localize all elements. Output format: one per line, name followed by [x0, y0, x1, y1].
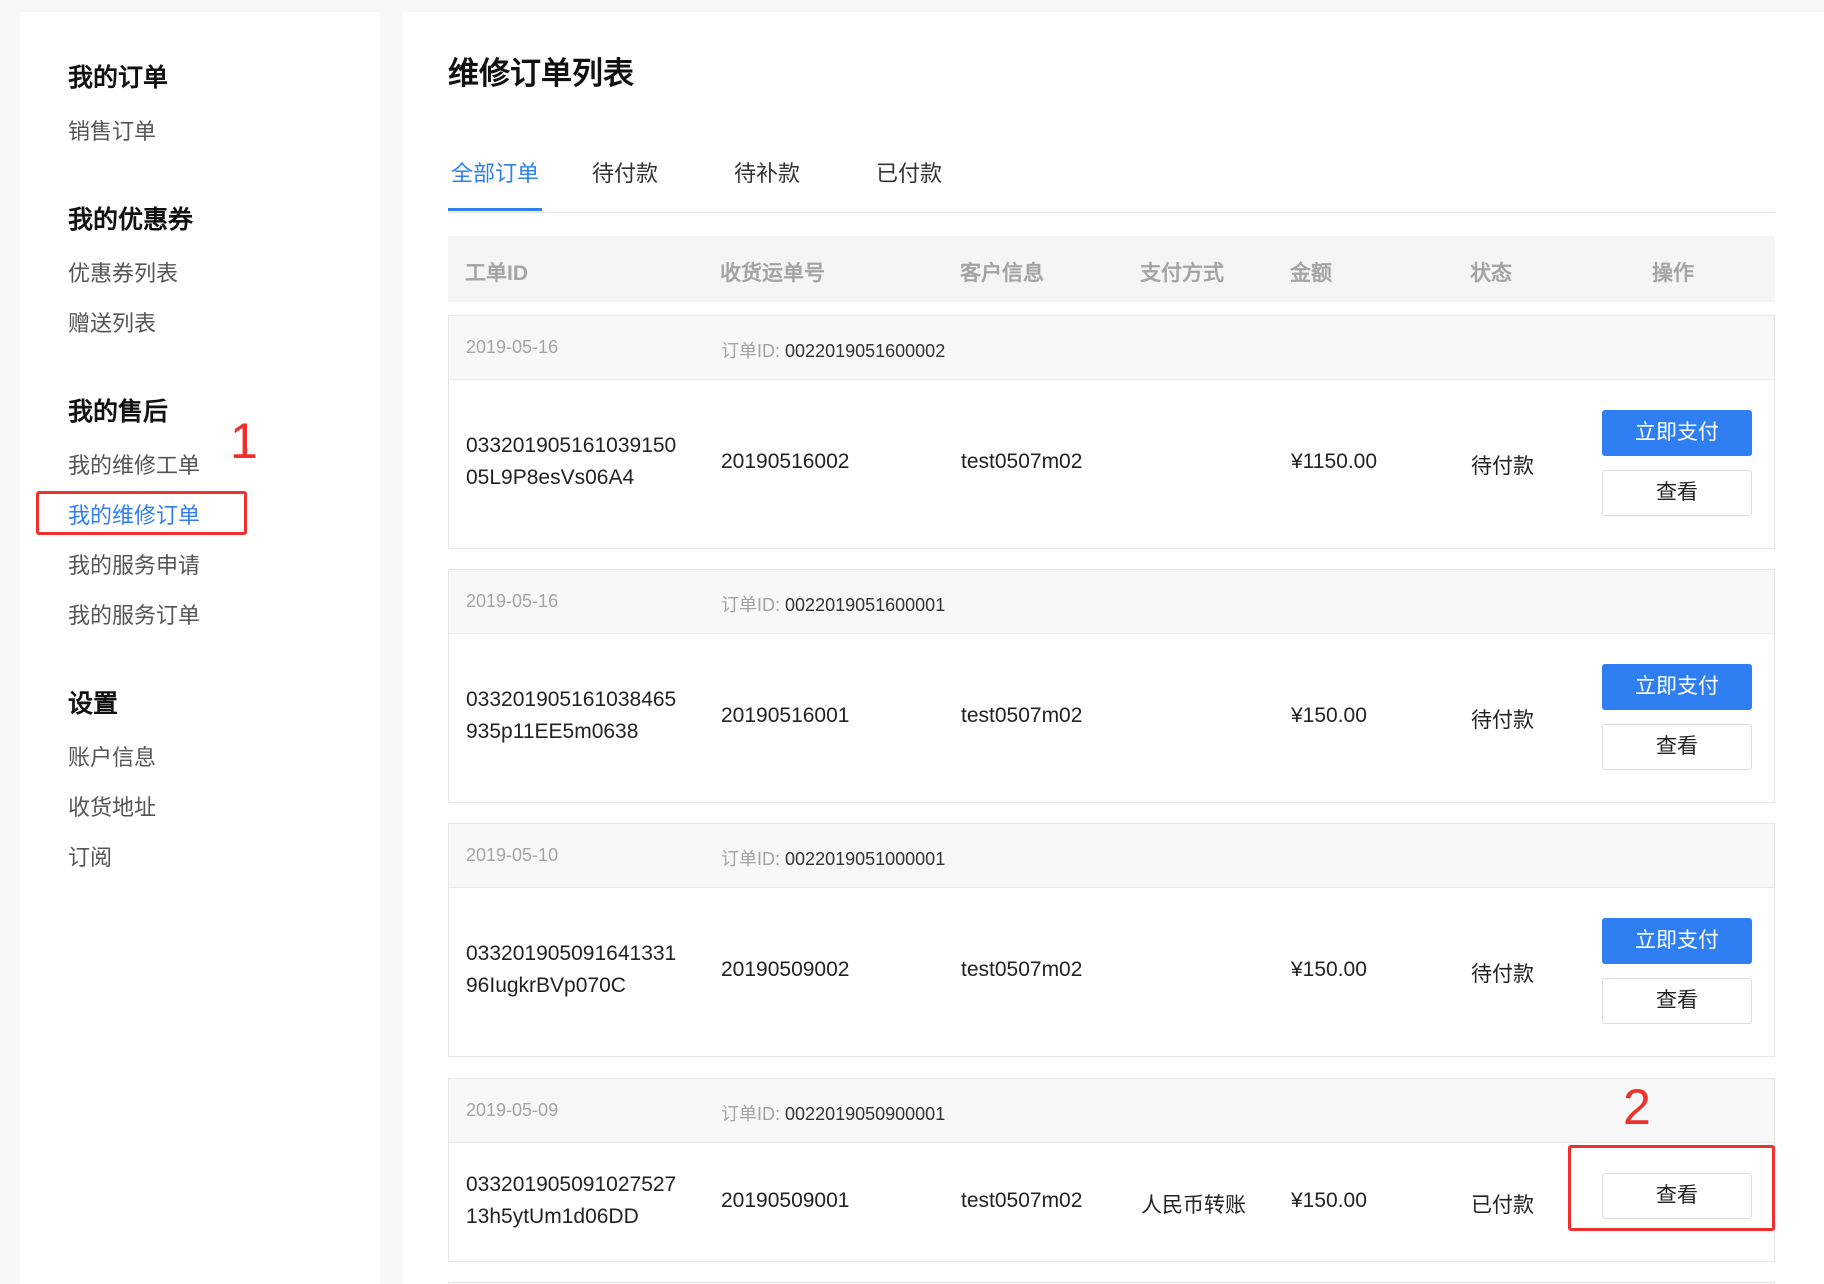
sidebar-group-title-coupons: 我的优惠券	[68, 206, 194, 234]
order-card: 2019-05-10 订单ID: 0022019051000001 033201…	[448, 823, 1775, 1057]
annotation-box-1	[36, 491, 247, 535]
column-header-status: 状态	[1470, 262, 1512, 285]
page-title: 维修订单列表	[448, 56, 634, 91]
status: 待付款	[1471, 963, 1534, 986]
amount: ¥150.00	[1291, 958, 1367, 981]
ticket-id: 033201905161038465 935p11EE5m0638	[466, 684, 676, 748]
order-id: 订单ID: 0022019051600002	[721, 337, 945, 363]
pay-now-button[interactable]: 立即支付	[1602, 918, 1752, 964]
sidebar-item-account-info[interactable]: 账户信息	[68, 740, 156, 772]
tab-bar: 全部订单 待付款 待补款 已付款	[448, 142, 1775, 213]
sidebar-item-subscription[interactable]: 订阅	[68, 840, 112, 872]
customer-info: test0507m02	[961, 704, 1083, 727]
order-date: 2019-05-10	[466, 845, 559, 865]
sidebar-group-title-orders: 我的订单	[68, 64, 169, 92]
sidebar-item-gift-list[interactable]: 赠送列表	[68, 306, 156, 338]
order-date: 2019-05-16	[466, 591, 559, 611]
order-card-header: 2019-05-10 订单ID: 0022019051000001	[449, 824, 1774, 888]
sidebar-item-service-requests[interactable]: 我的服务申请	[68, 548, 200, 580]
view-button[interactable]: 查看	[1602, 470, 1752, 516]
table-header: 工单ID 收货运单号 客户信息 支付方式 金额 状态 操作	[448, 236, 1775, 302]
status: 待付款	[1471, 455, 1534, 478]
tracking-number: 20190516001	[721, 704, 850, 727]
ticket-id-line1: 033201905161039150	[466, 434, 677, 457]
ticket-id-line1: 033201905091027527	[466, 1173, 677, 1196]
view-button[interactable]: 查看	[1602, 978, 1752, 1024]
ticket-id-line1: 033201905091641331	[466, 942, 677, 965]
order-id-value: 0022019051600001	[785, 595, 946, 615]
order-card-header: 2019-05-09 订单ID: 0022019050900001	[449, 1079, 1774, 1143]
amount: ¥150.00	[1291, 1189, 1367, 1212]
order-id-label: 订单ID:	[721, 341, 781, 361]
order-id: 订单ID: 0022019051000001	[721, 845, 945, 871]
status: 已付款	[1471, 1194, 1534, 1217]
main-panel: 维修订单列表 全部订单 待付款 待补款 已付款 工单ID 收货运单号 客户信息 …	[403, 12, 1824, 1284]
order-card: 2019-05-16 订单ID: 0022019051600002 033201…	[448, 315, 1775, 549]
column-header-ticket-id: 工单ID	[465, 262, 528, 285]
ticket-id-line1: 033201905161038465	[466, 688, 677, 711]
tab-all-orders[interactable]: 全部订单	[451, 156, 539, 188]
sidebar-item-service-orders[interactable]: 我的服务订单	[68, 598, 200, 630]
column-header-payment: 支付方式	[1140, 262, 1224, 285]
sidebar-item-repair-tickets[interactable]: 我的维修工单	[68, 448, 200, 480]
order-id-label: 订单ID:	[721, 849, 781, 869]
ticket-id-line2: 13h5ytUm1d06DD	[466, 1205, 639, 1228]
status: 待付款	[1471, 709, 1534, 732]
sidebar-item-sales-orders[interactable]: 销售订单	[68, 114, 156, 146]
order-id-label: 订单ID:	[721, 595, 781, 615]
payment-method: 人民币转账	[1141, 1194, 1246, 1217]
view-button[interactable]: 查看	[1602, 724, 1752, 770]
sidebar-item-shipping-address[interactable]: 收货地址	[68, 790, 156, 822]
customer-info: test0507m02	[961, 958, 1083, 981]
order-id-value: 0022019051000001	[785, 849, 946, 869]
ticket-id-line2: 05L9P8esVs06A4	[466, 466, 635, 489]
sidebar-group-title-after-sales: 我的售后	[68, 398, 169, 426]
ticket-id: 033201905091641331 96IugkrBVp070C	[466, 938, 676, 1002]
sidebar: 我的订单 销售订单 我的优惠券 优惠券列表 赠送列表 我的售后 我的维修工单 我…	[20, 12, 380, 1284]
sidebar-group-title-settings: 设置	[68, 690, 119, 718]
order-date: 2019-05-09	[466, 1100, 559, 1120]
customer-info: test0507m02	[961, 450, 1083, 473]
order-card-header: 2019-05-16 订单ID: 0022019051600002	[449, 316, 1774, 380]
order-id: 订单ID: 0022019051600001	[721, 591, 945, 617]
tab-active-indicator	[448, 208, 542, 211]
order-id-value: 0022019050900001	[785, 1104, 946, 1124]
order-id-label: 订单ID:	[721, 1104, 781, 1124]
ticket-id: 033201905091027527 13h5ytUm1d06DD	[466, 1169, 676, 1233]
order-card-header: 2019-05-16 订单ID: 0022019051600001	[449, 570, 1774, 634]
tracking-number: 20190516002	[721, 450, 850, 473]
ticket-id-line2: 935p11EE5m0638	[466, 720, 639, 743]
tab-pending-supplement[interactable]: 待补款	[734, 156, 800, 188]
column-header-amount: 金额	[1290, 262, 1332, 285]
annotation-number-1: 1	[230, 413, 258, 469]
tab-paid[interactable]: 已付款	[876, 156, 942, 188]
ticket-id: 033201905161039150 05L9P8esVs06A4	[466, 430, 676, 494]
column-header-actions: 操作	[1652, 262, 1694, 285]
tab-pending-payment[interactable]: 待付款	[592, 156, 658, 188]
order-card: 2019-05-16 订单ID: 0022019051600001 033201…	[448, 569, 1775, 803]
pay-now-button[interactable]: 立即支付	[1602, 410, 1752, 456]
order-date: 2019-05-16	[466, 337, 559, 357]
customer-info: test0507m02	[961, 1189, 1083, 1212]
tracking-number: 20190509002	[721, 958, 850, 981]
sidebar-item-coupon-list[interactable]: 优惠券列表	[68, 256, 178, 288]
amount: ¥150.00	[1291, 704, 1367, 727]
pay-now-button[interactable]: 立即支付	[1602, 664, 1752, 710]
column-header-customer: 客户信息	[960, 262, 1044, 285]
tracking-number: 20190509001	[721, 1189, 850, 1212]
order-id-value: 0022019051600002	[785, 341, 946, 361]
amount: ¥1150.00	[1291, 450, 1378, 473]
column-header-tracking: 收货运单号	[720, 262, 825, 285]
annotation-box-2	[1568, 1145, 1775, 1231]
annotation-number-2: 2	[1623, 1079, 1651, 1135]
order-id: 订单ID: 0022019050900001	[721, 1100, 945, 1126]
ticket-id-line2: 96IugkrBVp070C	[466, 974, 626, 997]
